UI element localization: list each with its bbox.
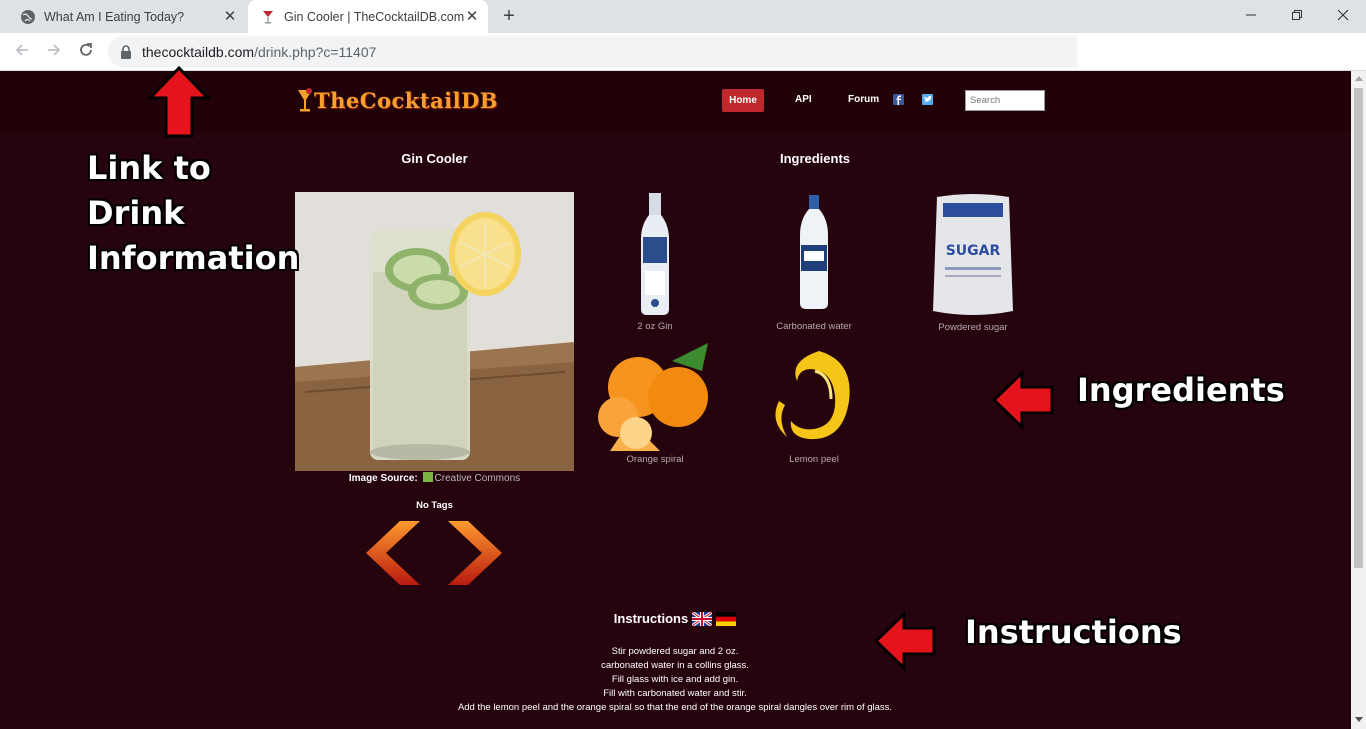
ingredients-title: Ingredients	[779, 151, 851, 166]
close-tab-icon[interactable]: ✕	[222, 8, 238, 25]
image-source: Image Source: Creative Commons	[295, 472, 574, 484]
url-domain: thecocktaildb.com	[142, 43, 255, 60]
url-path: /drink.php?c=11407	[254, 43, 377, 60]
scroll-down-icon[interactable]	[1355, 717, 1363, 722]
instruction-line: Fill glass with ice and add gin.	[611, 674, 739, 685]
page-scrollbar[interactable]	[1351, 71, 1366, 729]
annotation-arrow-left-icon	[991, 369, 1054, 431]
ingredient-label: Lemon peel	[789, 454, 839, 465]
scrollbar-thumb[interactable]	[1354, 88, 1363, 568]
orange-image	[598, 343, 708, 451]
image-source-label: Image Source:	[348, 473, 418, 484]
instructions-header: Instructions	[450, 611, 900, 626]
annotation-arrow-up-icon	[146, 65, 212, 138]
search-input[interactable]	[965, 90, 1045, 111]
restore-icon[interactable]	[1274, 0, 1320, 30]
annotation-instructions-label: Instructions	[965, 613, 1182, 651]
lock-icon	[121, 44, 131, 59]
tab-gin-cooler[interactable]: Gin Cooler | TheCocktailDB.com ✕	[248, 0, 488, 33]
logo-text: TheCocktailDB	[314, 87, 499, 113]
nav-forum[interactable]: Forum	[848, 94, 879, 105]
creative-commons-link[interactable]: Creative Commons	[435, 473, 521, 484]
ingredient-orange-spiral[interactable]: Orange spiral	[585, 341, 725, 465]
forward-arrow-icon[interactable]	[43, 41, 65, 63]
ingredient-powdered-sugar[interactable]: SUGAR Powdered sugar	[903, 191, 1043, 333]
sugar-bag-image: SUGAR	[933, 194, 1013, 315]
address-bar[interactable]: thecocktaildb.com/drink.php?c=11407	[108, 36, 1077, 67]
ingredient-label: Carbonated water	[776, 321, 852, 332]
cocktaildb-page: TheCocktailDB Home API Forum Gin Cooler …	[0, 71, 1351, 729]
instruction-line: Fill with carbonated water and stir.	[603, 688, 747, 699]
ingredient-label: Powdered sugar	[938, 322, 1008, 333]
close-tab-icon[interactable]: ✕	[464, 8, 480, 25]
water-bottle-image	[800, 195, 828, 309]
next-drink-arrow-icon[interactable]	[448, 517, 510, 589]
globe-icon	[21, 9, 35, 24]
instructions-title: Instructions	[613, 611, 689, 626]
annotation-line: Link to	[87, 149, 211, 187]
back-arrow-icon[interactable]	[11, 41, 33, 63]
annotation-arrow-left-icon	[873, 610, 936, 672]
site-logo[interactable]: TheCocktailDB	[296, 86, 498, 114]
drink-name: Gin Cooler	[401, 151, 468, 166]
ingredient-gin[interactable]: 2 oz Gin	[585, 191, 725, 332]
ingredient-label: Orange spiral	[626, 454, 684, 465]
annotation-ingredients-label: Ingredients	[1077, 371, 1285, 409]
cocktail-glass-icon	[298, 88, 312, 112]
ingredient-carbonated-water[interactable]: Carbonated water	[744, 191, 884, 332]
url-text: thecocktaildb.com/drink.php?c=11407	[142, 44, 376, 60]
ingredient-label: 2 oz Gin	[637, 321, 673, 332]
twitter-icon[interactable]	[922, 94, 933, 105]
tab-what-am-i-eating[interactable]: What Am I Eating Today? ✕	[8, 0, 246, 33]
instruction-line: Add the lemon peel and the orange spiral…	[457, 702, 893, 713]
previous-drink-arrow-icon[interactable]	[358, 517, 420, 589]
minimize-icon[interactable]	[1228, 0, 1274, 30]
tab-strip: What Am I Eating Today? ✕ Gin Cooler | T…	[0, 0, 1366, 33]
annotation-link-label: Link to Drink Information	[87, 146, 299, 281]
german-flag-icon[interactable]	[716, 611, 737, 626]
nav-api[interactable]: API	[795, 94, 812, 105]
ingredient-lemon-peel[interactable]: Lemon peel	[744, 341, 884, 465]
scroll-up-icon[interactable]	[1355, 76, 1363, 81]
facebook-icon[interactable]	[893, 94, 904, 105]
cocktail-favicon-icon	[263, 10, 273, 23]
new-tab-button[interactable]: +	[500, 6, 518, 26]
svg-text:SUGAR: SUGAR	[946, 243, 1001, 259]
uk-flag-icon[interactable]	[692, 611, 713, 626]
lemon-peel-image	[775, 351, 850, 440]
gin-bottle-image	[641, 193, 669, 315]
annotation-line: Information	[87, 239, 300, 277]
tab-title: Gin Cooler | TheCocktailDB.com	[284, 9, 464, 24]
creative-commons-icon	[422, 472, 433, 482]
drink-photo	[295, 192, 574, 471]
annotation-line: Drink	[87, 194, 185, 232]
close-window-icon[interactable]	[1320, 0, 1366, 30]
reload-icon[interactable]	[75, 41, 97, 63]
drink-tags: No Tags	[416, 500, 453, 511]
nav-home[interactable]: Home	[722, 89, 764, 112]
tab-title: What Am I Eating Today?	[44, 9, 185, 24]
